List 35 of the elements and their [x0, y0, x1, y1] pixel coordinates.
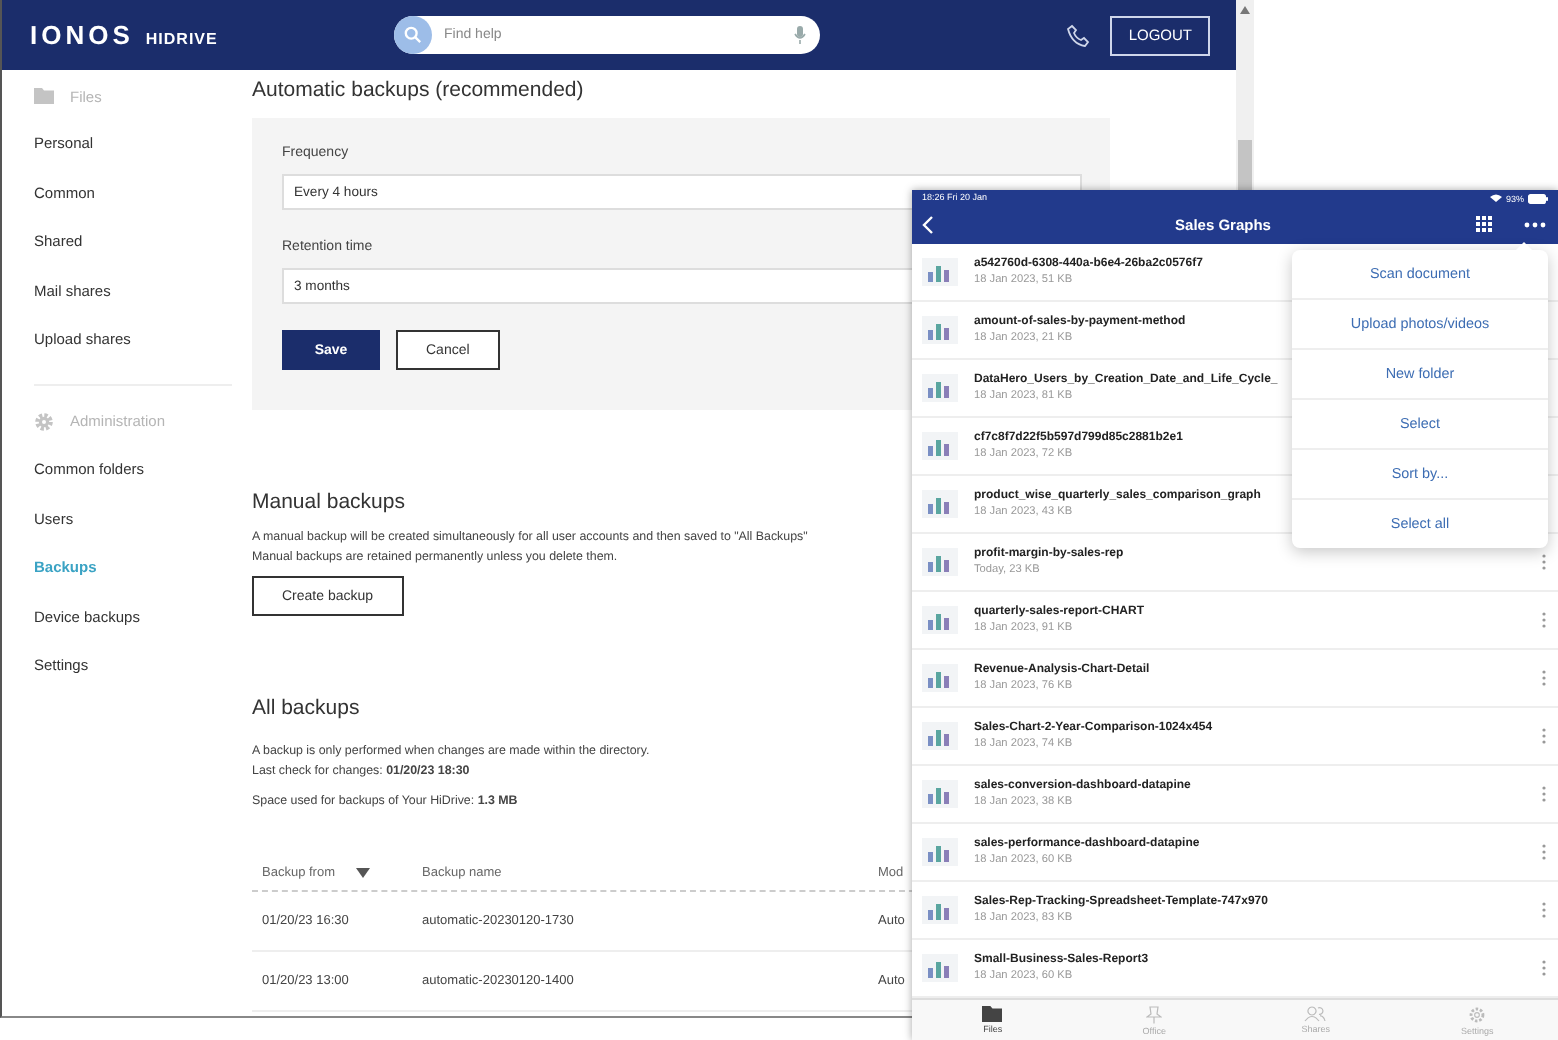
section-title: All backups — [252, 696, 360, 720]
chart-thumbnail — [922, 838, 958, 866]
microphone-icon[interactable] — [794, 26, 806, 44]
chart-thumbnail — [922, 780, 958, 808]
chart-thumbnail — [922, 954, 958, 982]
gear-icon — [34, 411, 54, 432]
section-title: Automatic backups (recommended) — [252, 78, 584, 106]
chart-thumbnail — [922, 722, 958, 750]
search-icon — [394, 16, 432, 54]
folder-icon — [34, 88, 54, 104]
product-name: HIDRIVE — [145, 30, 218, 48]
chart-thumbnail — [922, 374, 958, 402]
scrollbar[interactable] — [1236, 0, 1254, 190]
chart-thumbnail — [922, 606, 958, 634]
chart-thumbnail — [922, 432, 958, 460]
chart-thumbnail — [922, 316, 958, 344]
wifi-icon — [1489, 194, 1502, 202]
grid-view-icon[interactable] — [1476, 216, 1492, 232]
section-title: Manual backups — [252, 490, 405, 514]
chart-thumbnail — [922, 664, 958, 692]
chart-thumbnail — [922, 490, 958, 518]
battery-icon — [1528, 193, 1548, 203]
chart-thumbnail — [922, 896, 958, 924]
more-icon[interactable] — [1524, 221, 1546, 227]
sort-caret-icon[interactable] — [355, 867, 369, 877]
pin-icon — [1146, 1005, 1163, 1023]
logo-text: IONOS — [30, 20, 134, 50]
folder-icon — [982, 1006, 1003, 1022]
chart-thumbnail — [922, 258, 958, 286]
chart-thumbnail — [922, 548, 958, 576]
phone-icon[interactable] — [1066, 23, 1091, 47]
gear-icon — [1468, 1005, 1487, 1023]
scroll-up-icon[interactable] — [1240, 6, 1250, 14]
people-icon — [1304, 1006, 1327, 1022]
back-icon[interactable] — [922, 215, 934, 233]
